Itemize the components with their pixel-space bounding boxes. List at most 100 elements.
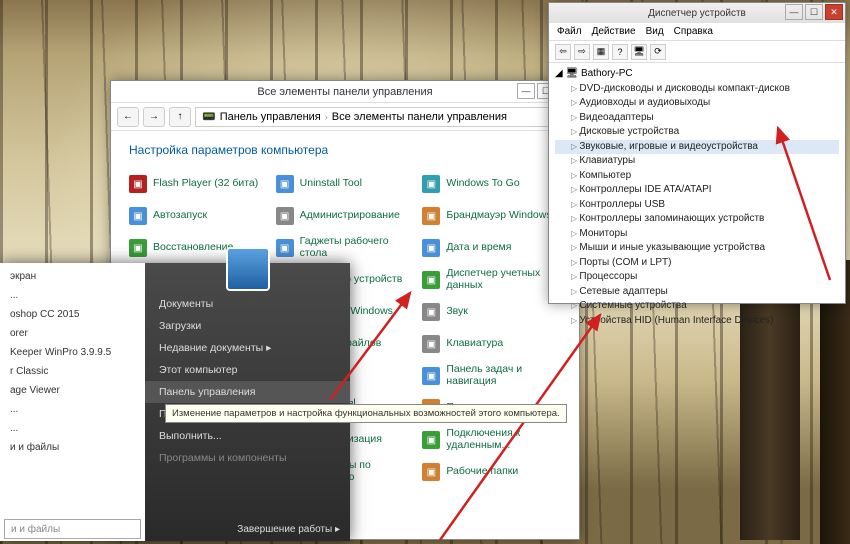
control-panel-item[interactable]: ▣Рабочие папки	[422, 459, 561, 485]
tool-icon[interactable]: ⇦	[555, 44, 571, 60]
start-menu-link[interactable]: Панель управления	[145, 381, 350, 403]
device-tree-node[interactable]: Системные устройства	[555, 299, 839, 314]
start-menu-program[interactable]: экран	[4, 267, 141, 286]
breadcrumb[interactable]: 📟 Панель управления › Все элементы панел…	[195, 107, 573, 127]
item-icon: ▣	[276, 175, 294, 193]
device-tree-node[interactable]: Мыши и иные указывающие устройства	[555, 241, 839, 256]
item-label: Восстановление	[153, 242, 233, 254]
device-tree-node[interactable]: Устройства HID (Human Interface Devices)	[555, 314, 839, 329]
start-menu-link[interactable]: Выполнить...	[145, 425, 350, 447]
tool-icon[interactable]: ?	[612, 44, 628, 60]
control-panel-item[interactable]: ▣Дата и время	[422, 235, 561, 261]
device-tree-node[interactable]: Контроллеры запоминающих устройств	[555, 212, 839, 227]
item-icon: ▣	[422, 271, 440, 289]
minimize-button[interactable]: —	[785, 4, 803, 20]
control-panel-item[interactable]: ▣Windows To Go	[422, 171, 561, 197]
start-menu-right: ДокументыЗагрузкиНедавние документы ▸Это…	[145, 263, 350, 541]
start-menu-program[interactable]: ...	[4, 286, 141, 305]
device-tree-node[interactable]: Аудиовходы и аудиовыходы	[555, 96, 839, 111]
start-menu-program[interactable]: ...	[4, 400, 141, 419]
tool-icon[interactable]: 🖥	[631, 44, 647, 60]
item-label: Диспетчер учетных данных	[446, 268, 561, 291]
device-tree-node[interactable]: Компьютер	[555, 169, 839, 184]
item-label: Администрирование	[300, 210, 400, 222]
control-panel-item[interactable]: ▣Гаджеты рабочего стола	[276, 235, 415, 261]
start-menu-link[interactable]: Недавние документы ▸	[145, 337, 350, 359]
item-label: Гаджеты рабочего стола	[300, 236, 415, 259]
device-tree-node[interactable]: Звуковые, игровые и видеоустройства	[555, 140, 839, 155]
window-title: Все элементы панели управления	[257, 86, 432, 98]
shutdown-button[interactable]: Завершение работы ▸	[237, 524, 340, 535]
control-panel-item[interactable]: ▣Автозапуск	[129, 203, 268, 229]
device-tree-node[interactable]: Сетевые адаптеры	[555, 285, 839, 300]
breadcrumb-root[interactable]: Панель управления	[220, 111, 321, 123]
control-panel-item[interactable]: ▣Брандмауэр Windows	[422, 203, 561, 229]
item-icon: ▣	[422, 431, 440, 449]
nav-toolbar: ← → ↑ 📟 Панель управления › Все элементы…	[111, 103, 579, 131]
toolbar: ⇦ ⇨ ▦ ? 🖥 ⟳	[549, 41, 845, 63]
back-button[interactable]: ←	[117, 107, 139, 127]
control-panel-item[interactable]: ▣Uninstall Tool	[276, 171, 415, 197]
breadcrumb-current[interactable]: Все элементы панели управления	[332, 111, 507, 123]
device-tree-node[interactable]: Дисковые устройства	[555, 125, 839, 140]
maximize-button[interactable]: ☐	[805, 4, 823, 20]
tool-icon[interactable]: ⇨	[574, 44, 590, 60]
search-placeholder: и и файлы	[11, 524, 60, 535]
tool-icon[interactable]: ▦	[593, 44, 609, 60]
menu-item[interactable]: Вид	[646, 26, 664, 37]
device-tree-node[interactable]: Контроллеры IDE ATA/ATAPI	[555, 183, 839, 198]
menu-item[interactable]: Справка	[674, 26, 713, 37]
item-label: Рабочие папки	[446, 466, 518, 478]
start-menu-program[interactable]: orer	[4, 324, 141, 343]
device-tree-node[interactable]: Видеоадаптеры	[555, 111, 839, 126]
control-panel-item[interactable]: ▣Подключения к удаленным...	[422, 427, 561, 453]
window-title: Диспетчер устройств	[648, 8, 746, 19]
start-menu-link[interactable]: Документы	[145, 293, 350, 315]
item-icon: ▣	[422, 303, 440, 321]
item-label: Flash Player (32 бита)	[153, 178, 258, 190]
menu-item[interactable]: Файл	[557, 26, 582, 37]
start-menu-link[interactable]: Этот компьютер	[145, 359, 350, 381]
menu-item[interactable]: Действие	[592, 26, 636, 37]
tree-root[interactable]: Bathory-PC	[555, 67, 839, 82]
user-avatar[interactable]	[226, 247, 270, 291]
minimize-button[interactable]: —	[517, 83, 535, 99]
item-label: Windows To Go	[446, 178, 519, 190]
tool-icon[interactable]: ⟳	[650, 44, 666, 60]
start-menu-left: экран...oshop CC 2015orerKeeper WinPro 3…	[0, 263, 145, 541]
item-icon: ▣	[129, 239, 147, 257]
item-label: Брандмауэр Windows	[446, 210, 551, 222]
device-tree-node[interactable]: Контроллеры USB	[555, 198, 839, 213]
control-panel-item[interactable]: ▣Flash Player (32 бита)	[129, 171, 268, 197]
window-titlebar[interactable]: Диспетчер устройств — ☐ ✕	[549, 3, 845, 23]
control-panel-item[interactable]: ▣ Звук	[422, 299, 561, 325]
search-input[interactable]: и и файлы	[4, 519, 141, 539]
start-menu-link[interactable]: Загрузки	[145, 315, 350, 337]
start-menu-program[interactable]: r Classic	[4, 362, 141, 381]
window-titlebar[interactable]: Все элементы панели управления — ☐ ✕	[111, 81, 579, 103]
start-menu-program[interactable]: и и файлы	[4, 438, 141, 457]
device-tree-node[interactable]: DVD-дисководы и дисководы компакт-дисков	[555, 82, 839, 97]
start-menu-program[interactable]: oshop CC 2015	[4, 305, 141, 324]
start-menu-program[interactable]: Keeper WinPro 3.9.9.5	[4, 343, 141, 362]
close-button[interactable]: ✕	[825, 4, 843, 20]
start-menu-program[interactable]: ...	[4, 419, 141, 438]
device-tree-node[interactable]: Мониторы	[555, 227, 839, 242]
device-tree-node[interactable]: Процессоры	[555, 270, 839, 285]
start-menu-program[interactable]: age Viewer	[4, 381, 141, 400]
control-panel-item[interactable]: ▣ Администрирование	[276, 203, 415, 229]
start-menu: экран...oshop CC 2015orerKeeper WinPro 3…	[0, 263, 350, 541]
item-icon: ▣	[422, 335, 440, 353]
device-tree-node[interactable]: Клавиатуры	[555, 154, 839, 169]
control-panel-item[interactable]: ▣ Диспетчер учетных данных	[422, 267, 561, 293]
control-panel-item[interactable]: ▣Клавиатура	[422, 331, 561, 357]
device-tree-node[interactable]: Порты (COM и LPT)	[555, 256, 839, 271]
control-panel-item[interactable]: ▣Панель задач и навигация	[422, 363, 561, 389]
item-icon: ▣	[422, 239, 440, 257]
item-label: Звук	[446, 306, 468, 318]
start-menu-link[interactable]: Программы и компоненты	[145, 447, 350, 469]
forward-button[interactable]: →	[143, 107, 165, 127]
up-button[interactable]: ↑	[169, 107, 191, 127]
item-icon: ▣	[276, 207, 294, 225]
item-icon: ▣	[422, 367, 440, 385]
